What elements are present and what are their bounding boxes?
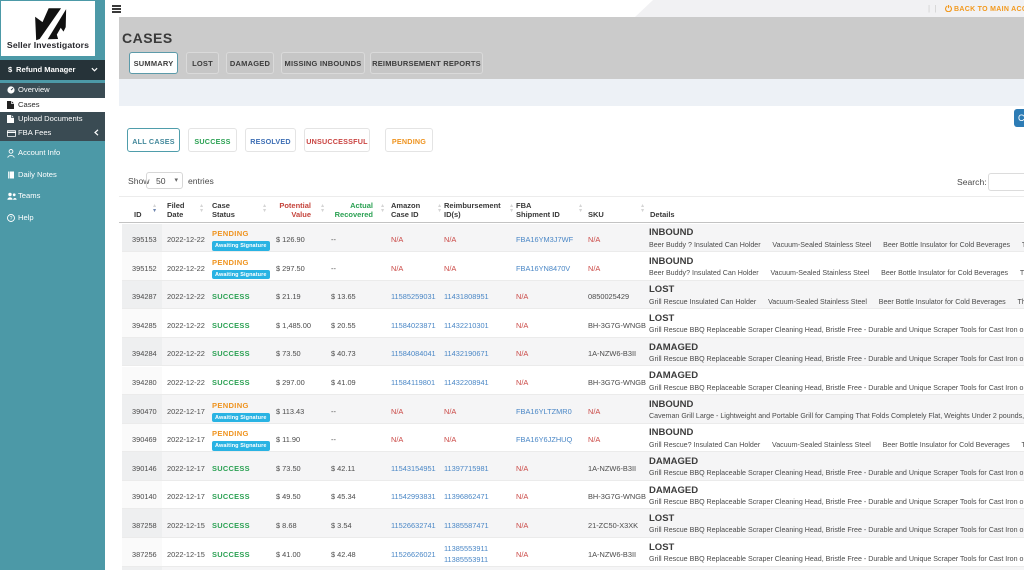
svg-text:?: ? (10, 216, 13, 222)
